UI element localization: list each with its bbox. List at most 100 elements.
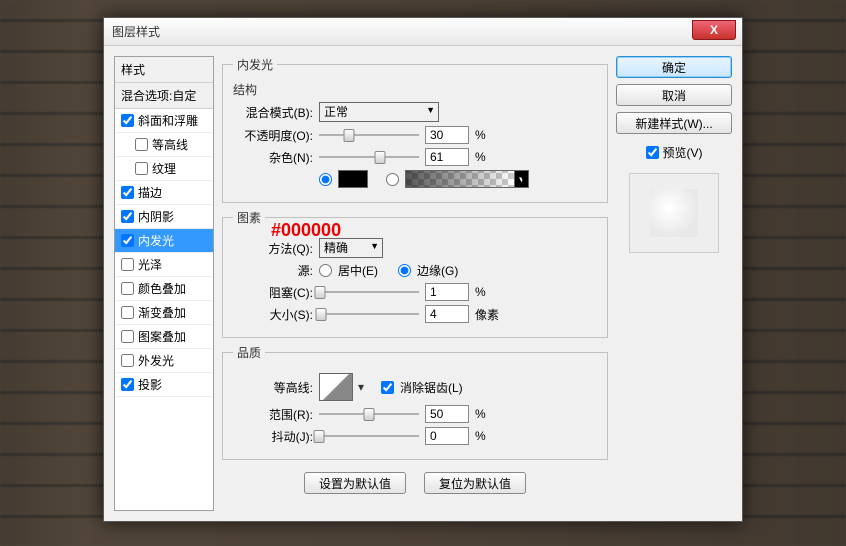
size-input[interactable] xyxy=(425,305,469,323)
range-label: 范围(R): xyxy=(233,406,313,423)
elements-legend: 图素 xyxy=(233,209,265,226)
style-stroke-check[interactable] xyxy=(121,186,134,199)
style-satin-check[interactable] xyxy=(121,258,134,271)
style-texture[interactable]: 纹理 xyxy=(115,157,213,181)
style-outer-glow-check[interactable] xyxy=(121,354,134,367)
size-row: 大小(S): 像素 xyxy=(233,305,597,323)
source-center-label: 居中(E) xyxy=(338,262,378,279)
source-label: 源: xyxy=(233,262,313,279)
size-slider[interactable] xyxy=(319,307,419,321)
inner-glow-fieldset: 内发光 结构 混合模式(B): 正常 不透明度(O): % 杂色(N): % xyxy=(222,56,608,203)
contour-picker[interactable] xyxy=(319,373,353,401)
range-input[interactable] xyxy=(425,405,469,423)
dialog-content: 样式 混合选项:自定 斜面和浮雕 等高线 纹理 描边 内阴影 内发光 光泽 颜色… xyxy=(104,46,742,521)
layer-style-dialog: 图层样式 X 样式 混合选项:自定 斜面和浮雕 等高线 纹理 描边 内阴影 内发… xyxy=(103,17,743,522)
structure-label: 结构 xyxy=(233,81,597,98)
styles-header[interactable]: 样式 xyxy=(115,57,213,83)
jitter-input[interactable] xyxy=(425,427,469,445)
preview-label: 预览(V) xyxy=(663,144,703,161)
anti-alias-label: 消除锯齿(L) xyxy=(400,379,463,396)
noise-unit: % xyxy=(475,150,503,164)
blend-mode-select[interactable]: 正常 xyxy=(319,102,439,122)
noise-slider[interactable] xyxy=(319,150,419,164)
style-contour-check[interactable] xyxy=(135,138,148,151)
style-gradient-overlay-check[interactable] xyxy=(121,306,134,319)
style-bevel-check[interactable] xyxy=(121,114,134,127)
preview-check[interactable] xyxy=(646,146,659,159)
choke-row: 阻塞(C): % xyxy=(233,283,597,301)
preview-thumbnail xyxy=(629,173,719,253)
solid-color-radio[interactable] xyxy=(319,173,332,186)
blend-options[interactable]: 混合选项:自定 xyxy=(115,83,213,109)
right-column: 确定 取消 新建样式(W)... 预览(V) xyxy=(616,56,732,511)
noise-label: 杂色(N): xyxy=(233,149,313,166)
style-inner-glow[interactable]: 内发光 xyxy=(115,229,213,253)
technique-row: 方法(Q): 精确 xyxy=(233,238,597,258)
new-style-button[interactable]: 新建样式(W)... xyxy=(616,112,732,134)
set-default-button[interactable]: 设置为默认值 xyxy=(304,472,406,494)
style-stroke[interactable]: 描边 xyxy=(115,181,213,205)
quality-fieldset: 品质 等高线: 消除锯齿(L) 范围(R): % 抖动(J): xyxy=(222,344,608,460)
source-edge-radio[interactable] xyxy=(398,264,411,277)
style-satin[interactable]: 光泽 xyxy=(115,253,213,277)
reset-default-button[interactable]: 复位为默认值 xyxy=(424,472,526,494)
default-buttons: 设置为默认值 复位为默认值 xyxy=(222,472,608,494)
source-edge-label: 边缘(G) xyxy=(417,262,458,279)
contour-label: 等高线: xyxy=(233,379,313,396)
gradient-radio[interactable] xyxy=(386,173,399,186)
jitter-row: 抖动(J): % xyxy=(233,427,597,445)
gradient-picker[interactable]: ▼ xyxy=(405,170,529,188)
range-unit: % xyxy=(475,407,503,421)
opacity-unit: % xyxy=(475,128,503,142)
anti-alias-check[interactable] xyxy=(381,381,394,394)
style-color-overlay-check[interactable] xyxy=(121,282,134,295)
style-label: 外发光 xyxy=(138,352,174,369)
noise-row: 杂色(N): % xyxy=(233,148,597,166)
opacity-slider[interactable] xyxy=(319,128,419,142)
style-contour[interactable]: 等高线 xyxy=(115,133,213,157)
range-row: 范围(R): % xyxy=(233,405,597,423)
noise-input[interactable] xyxy=(425,148,469,166)
color-swatch[interactable] xyxy=(338,170,368,188)
style-inner-glow-check[interactable] xyxy=(121,234,134,247)
jitter-label: 抖动(J): xyxy=(233,428,313,445)
style-color-overlay[interactable]: 颜色叠加 xyxy=(115,277,213,301)
titlebar[interactable]: 图层样式 X xyxy=(104,18,742,46)
choke-input[interactable] xyxy=(425,283,469,301)
dialog-title: 图层样式 xyxy=(112,23,160,40)
style-label: 等高线 xyxy=(152,136,188,153)
style-outer-glow[interactable]: 外发光 xyxy=(115,349,213,373)
color-row: ▼ xyxy=(233,170,597,188)
blend-mode-label: 混合模式(B): xyxy=(233,104,313,121)
style-gradient-overlay[interactable]: 渐变叠加 xyxy=(115,301,213,325)
style-pattern-overlay-check[interactable] xyxy=(121,330,134,343)
opacity-input[interactable] xyxy=(425,126,469,144)
style-bevel[interactable]: 斜面和浮雕 xyxy=(115,109,213,133)
close-button[interactable]: X xyxy=(692,20,736,40)
jitter-unit: % xyxy=(475,429,503,443)
style-label: 斜面和浮雕 xyxy=(138,112,198,129)
style-inner-shadow-check[interactable] xyxy=(121,210,134,223)
choke-slider[interactable] xyxy=(319,285,419,299)
jitter-slider[interactable] xyxy=(319,429,419,443)
blend-mode-row: 混合模式(B): 正常 xyxy=(233,102,597,122)
style-texture-check[interactable] xyxy=(135,162,148,175)
cancel-button[interactable]: 取消 xyxy=(616,84,732,106)
range-slider[interactable] xyxy=(319,407,419,421)
style-drop-shadow-check[interactable] xyxy=(121,378,134,391)
style-label: 内发光 xyxy=(138,232,174,249)
elements-fieldset: 图素 #000000 方法(Q): 精确 源: 居中(E) 边缘(G) 阻塞(C… xyxy=(222,209,608,338)
ok-button[interactable]: 确定 xyxy=(616,56,732,78)
style-label: 颜色叠加 xyxy=(138,280,186,297)
choke-unit: % xyxy=(475,285,503,299)
style-pattern-overlay[interactable]: 图案叠加 xyxy=(115,325,213,349)
close-icon: X xyxy=(710,23,718,37)
technique-select[interactable]: 精确 xyxy=(319,238,383,258)
source-row: 源: 居中(E) 边缘(G) xyxy=(233,262,597,279)
style-label: 纹理 xyxy=(152,160,176,177)
style-inner-shadow[interactable]: 内阴影 xyxy=(115,205,213,229)
style-drop-shadow[interactable]: 投影 xyxy=(115,373,213,397)
quality-legend: 品质 xyxy=(233,344,265,361)
style-label: 图案叠加 xyxy=(138,328,186,345)
source-center-radio[interactable] xyxy=(319,264,332,277)
